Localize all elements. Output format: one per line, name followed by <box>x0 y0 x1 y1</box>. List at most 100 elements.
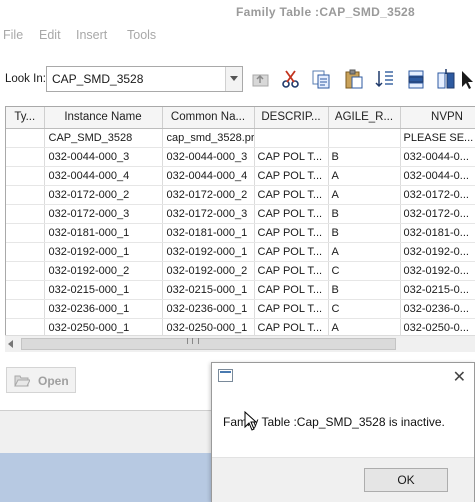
cursor-icon[interactable] <box>460 68 475 90</box>
cell-type[interactable] <box>6 185 45 205</box>
cell-description[interactable]: CAP POL T... <box>254 280 329 300</box>
cell-instance-name[interactable]: 032-0192-000_2 <box>44 261 163 281</box>
table-row[interactable]: 032-0236-000_1 032-0236-000_1 CAP POL T...… <box>6 299 475 319</box>
cell-type[interactable] <box>6 204 45 224</box>
cell-common-name[interactable]: 032-0192-000_1 <box>162 242 255 262</box>
table-row[interactable]: 032-0172-000_3 032-0172-000_3 CAP POL T...… <box>6 204 475 224</box>
table-row[interactable]: 032-0181-000_1 032-0181-000_1 CAP POL T...… <box>6 223 475 243</box>
cell-description[interactable]: CAP POL T... <box>254 204 329 224</box>
table-row[interactable]: 032-0215-000_1 032-0215-000_1 CAP POL T...… <box>6 280 475 300</box>
column-header-nvpn[interactable]: NVPN <box>400 107 475 129</box>
column-header-type[interactable]: Ty... <box>6 107 45 129</box>
cell-agile-rev[interactable]: A <box>328 166 401 186</box>
close-icon[interactable]: ✕ <box>453 367 466 387</box>
column-header-description[interactable]: DESCRIP... <box>254 107 329 129</box>
cell-common-name[interactable]: 032-0236-000_1 <box>162 299 255 319</box>
cell-agile-rev[interactable]: B <box>328 204 401 224</box>
cell-instance-name[interactable]: CAP_SMD_3528 <box>44 128 163 148</box>
column-header-agile-rev[interactable]: AGILE_R... <box>328 107 401 129</box>
cell-common-name[interactable]: 032-0044-000_3 <box>162 147 255 167</box>
cell-nvpn[interactable]: 032-0044-0... <box>400 147 475 167</box>
cell-type[interactable] <box>6 261 45 281</box>
cell-common-name[interactable]: 032-0172-000_3 <box>162 204 255 224</box>
cell-type[interactable] <box>6 223 45 243</box>
cell-description[interactable]: CAP POL T... <box>254 299 329 319</box>
table-row[interactable]: 032-0044-000_3 032-0044-000_3 CAP POL T...… <box>6 147 475 167</box>
menu-file[interactable]: File <box>3 28 23 42</box>
cell-nvpn[interactable]: PLEASE SE... <box>400 128 475 148</box>
cell-instance-name[interactable]: 032-0044-000_3 <box>44 147 163 167</box>
cell-common-name[interactable]: 032-0215-000_1 <box>162 280 255 300</box>
cell-description[interactable]: CAP POL T... <box>254 166 329 186</box>
cell-instance-name[interactable]: 032-0181-000_1 <box>44 223 163 243</box>
cell-type[interactable] <box>6 242 45 262</box>
ok-button[interactable]: OK <box>364 468 448 492</box>
cell-common-name[interactable]: 032-0172-000_2 <box>162 185 255 205</box>
table-row[interactable]: 032-0044-000_4 032-0044-000_4 CAP POL T...… <box>6 166 475 186</box>
table-row[interactable]: 032-0172-000_2 032-0172-000_2 CAP POL T...… <box>6 185 475 205</box>
copy-icon[interactable] <box>310 68 332 90</box>
cell-nvpn[interactable]: 032-0192-0... <box>400 242 475 262</box>
cell-common-name[interactable]: cap_smd_3528.prt <box>162 128 255 148</box>
cell-instance-name[interactable]: 032-0215-000_1 <box>44 280 163 300</box>
cell-description[interactable]: CAP POL T... <box>254 147 329 167</box>
look-in-dropdown[interactable]: CAP_SMD_3528 <box>46 66 243 92</box>
cell-description[interactable]: CAP POL T... <box>254 261 329 281</box>
cell-nvpn[interactable]: 032-0192-0... <box>400 261 475 281</box>
cell-nvpn[interactable]: 032-0044-0... <box>400 166 475 186</box>
cell-type[interactable] <box>6 299 45 319</box>
cut-icon[interactable] <box>280 68 302 90</box>
look-in-value: CAP_SMD_3528 <box>52 72 144 86</box>
up-folder-icon[interactable] <box>250 68 272 90</box>
cell-agile-rev[interactable] <box>328 128 401 148</box>
cell-type[interactable] <box>6 166 45 186</box>
cell-description[interactable]: CAP POL T... <box>254 185 329 205</box>
menu-tools[interactable]: Tools <box>127 28 156 42</box>
cell-agile-rev[interactable]: B <box>328 280 401 300</box>
scroll-left-icon[interactable] <box>8 340 13 348</box>
cell-nvpn[interactable]: 032-0215-0... <box>400 280 475 300</box>
chevron-down-icon[interactable] <box>225 67 242 91</box>
cell-agile-rev[interactable]: C <box>328 299 401 319</box>
cell-agile-rev[interactable]: B <box>328 147 401 167</box>
cell-nvpn[interactable]: 032-0236-0... <box>400 299 475 319</box>
cell-nvpn[interactable]: 032-0181-0... <box>400 223 475 243</box>
sort-icon[interactable] <box>374 68 396 90</box>
family-table[interactable]: Ty... Instance Name Common Na... DESCRIP… <box>5 106 475 352</box>
cell-type[interactable] <box>6 147 45 167</box>
open-button[interactable]: Open <box>6 367 76 393</box>
cell-agile-rev[interactable]: B <box>328 223 401 243</box>
scrollbar-thumb[interactable] <box>21 338 396 350</box>
add-column-icon[interactable] <box>435 68 457 90</box>
cell-common-name[interactable]: 032-0181-000_1 <box>162 223 255 243</box>
cell-instance-name[interactable]: 032-0172-000_3 <box>44 204 163 224</box>
table-row[interactable]: 032-0192-000_1 032-0192-000_1 CAP POL T...… <box>6 242 475 262</box>
table-row[interactable]: 032-0192-000_2 032-0192-000_2 CAP POL T...… <box>6 261 475 281</box>
cell-instance-name[interactable]: 032-0172-000_2 <box>44 185 163 205</box>
cell-type[interactable] <box>6 280 45 300</box>
cell-description[interactable] <box>254 128 329 148</box>
horizontal-scrollbar[interactable] <box>5 335 475 352</box>
menu-insert[interactable]: Insert <box>76 28 107 42</box>
cell-description[interactable]: CAP POL T... <box>254 223 329 243</box>
title-bar: Family Table :CAP_SMD_3528 <box>0 0 475 24</box>
cell-instance-name[interactable]: 032-0192-000_1 <box>44 242 163 262</box>
cell-common-name[interactable]: 032-0044-000_4 <box>162 166 255 186</box>
cell-agile-rev[interactable]: C <box>328 261 401 281</box>
cell-nvpn[interactable]: 032-0172-0... <box>400 204 475 224</box>
cell-instance-name[interactable]: 032-0044-000_4 <box>44 166 163 186</box>
cell-type[interactable] <box>6 128 45 148</box>
window-title: Family Table :CAP_SMD_3528 <box>236 5 415 19</box>
cell-agile-rev[interactable]: A <box>328 185 401 205</box>
cell-instance-name[interactable]: 032-0236-000_1 <box>44 299 163 319</box>
column-header-instance-name[interactable]: Instance Name <box>44 107 163 129</box>
cell-description[interactable]: CAP POL T... <box>254 242 329 262</box>
cell-common-name[interactable]: 032-0192-000_2 <box>162 261 255 281</box>
menu-edit[interactable]: Edit <box>39 28 61 42</box>
table-row[interactable]: CAP_SMD_3528 cap_smd_3528.prt PLEASE SE... <box>6 128 475 148</box>
column-header-common-name[interactable]: Common Na... <box>162 107 255 129</box>
cell-nvpn[interactable]: 032-0172-0... <box>400 185 475 205</box>
insert-row-icon[interactable] <box>405 68 427 90</box>
paste-icon[interactable] <box>343 68 365 90</box>
cell-agile-rev[interactable]: A <box>328 242 401 262</box>
